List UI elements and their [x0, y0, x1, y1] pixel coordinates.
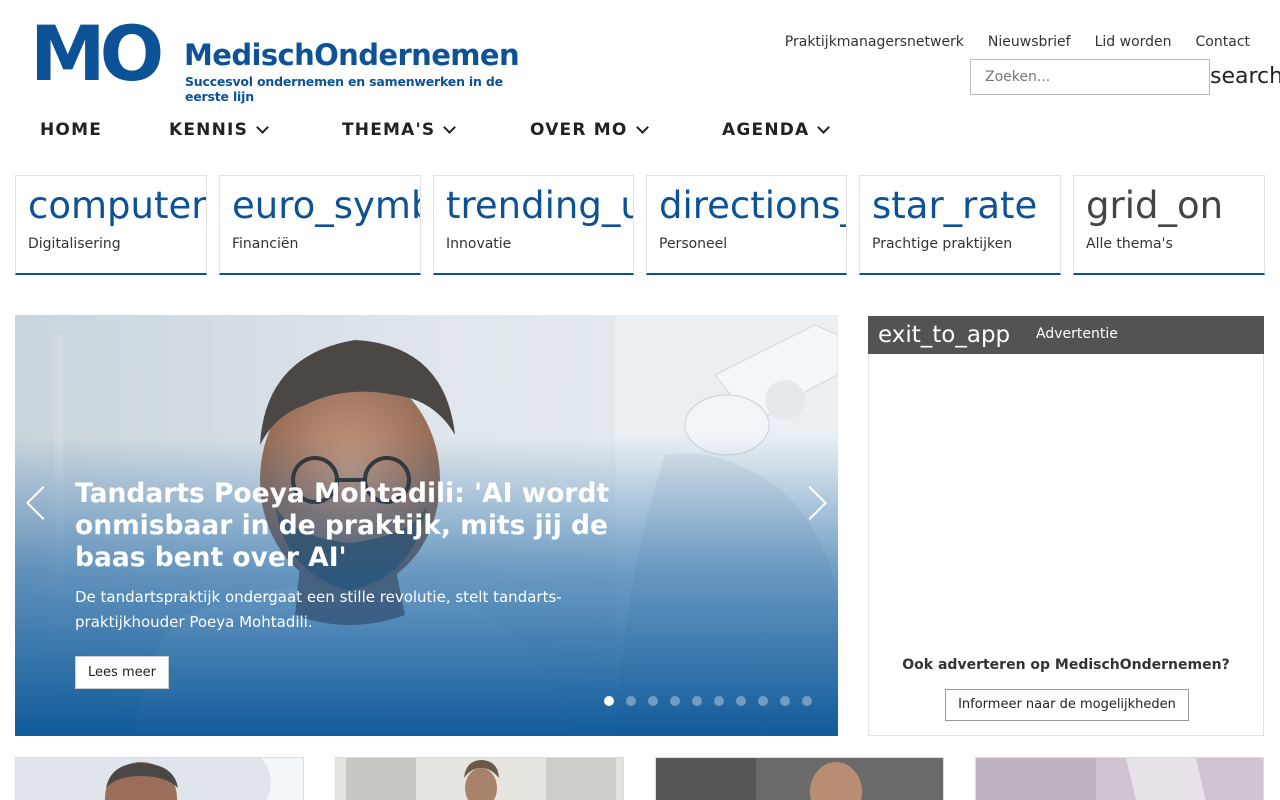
article-card-image[interactable] [655, 757, 944, 800]
hero-subtitle: De tandartspraktijk ondergaat een stille… [75, 588, 562, 631]
chevron-down-icon [635, 121, 649, 134]
nav-item-agenda[interactable]: AGENDA [722, 120, 831, 140]
directions-walk-icon: directions_walk [659, 184, 846, 227]
nav-item-themas[interactable]: THEMA'S [342, 120, 530, 140]
carousel-dot[interactable] [714, 696, 724, 706]
theme-label: Personeel [659, 236, 728, 252]
search-input[interactable] [970, 59, 1210, 95]
nav-item-kennis[interactable]: KENNIS [169, 120, 342, 140]
theme-card-alle-themas[interactable]: grid_on Alle thema's [1073, 175, 1265, 275]
article-thumbnail [16, 758, 303, 800]
logo-mark: MO [30, 9, 164, 98]
theme-label: Alle thema's [1086, 236, 1173, 252]
top-links: Praktijkmanagersnetwerk Nieuwsbrief Lid … [785, 34, 1250, 50]
theme-label: Digitalisering [28, 236, 121, 252]
top-link-lid-worden[interactable]: Lid worden [1095, 34, 1172, 50]
carousel-dot[interactable] [648, 696, 658, 706]
main-nav: HOME KENNIS THEMA'S OVER MO AGENDA [40, 120, 831, 140]
nav-item-over-mo[interactable]: OVER MO [530, 120, 722, 140]
chevron-down-icon [817, 121, 831, 134]
article-card-image[interactable] [335, 757, 624, 800]
nav-item-label: AGENDA [722, 120, 810, 140]
carousel-dot[interactable] [736, 696, 746, 706]
top-link-praktijkmanagersnetwerk[interactable]: Praktijkmanagersnetwerk [785, 34, 964, 50]
hero-carousel: Tandarts Poeya Mohtadili: 'AI wordt onmi… [15, 315, 838, 736]
theme-label: Prachtige praktijken [872, 236, 1013, 252]
nav-item-label: OVER MO [530, 120, 628, 140]
ad-label: Advertentie [1036, 326, 1118, 342]
carousel-dot[interactable] [604, 696, 614, 706]
euro-symbol-icon: euro_symbol [232, 184, 420, 227]
article-thumbnail [336, 758, 623, 800]
grid-on-icon: grid_on [1086, 184, 1224, 227]
ad-question: Ook adverteren op MedischOndernemen? [902, 657, 1230, 673]
nav-item-label: KENNIS [169, 120, 249, 140]
ad-info-button[interactable]: Informeer naar de mogelijkheden [945, 689, 1189, 721]
theme-label: Innovatie [446, 236, 512, 252]
theme-card-personeel[interactable]: directions_walk Personeel [646, 175, 847, 275]
exit-to-app-icon: exit_to_app [878, 322, 1011, 348]
chevron-down-icon [256, 121, 269, 134]
star-rate-icon: star_rate [872, 184, 1038, 227]
article-card-image[interactable] [15, 757, 304, 800]
article-thumbnail [976, 758, 1263, 800]
theme-card-innovatie[interactable]: trending_up Innovatie [433, 175, 634, 275]
theme-card-financien[interactable]: euro_symbol Financiën [219, 175, 421, 275]
nav-item-label: THEMA'S [342, 120, 436, 140]
computer-icon: computer [28, 184, 207, 227]
theme-card-digitalisering[interactable]: computer Digitalisering [15, 175, 207, 275]
ad-header: exit_to_app Advertentie [868, 316, 1264, 354]
carousel-dot[interactable] [670, 696, 680, 706]
ad-panel: exit_to_app Advertentie Ook adverteren o… [868, 316, 1264, 736]
top-link-contact[interactable]: Contact [1196, 34, 1250, 50]
carousel-dot[interactable] [780, 696, 790, 706]
carousel-dot[interactable] [626, 696, 636, 706]
carousel-indicators [604, 696, 812, 706]
brand-tagline: Succesvol ondernemen en samenwerken in d… [185, 74, 503, 104]
read-more-button[interactable]: Lees meer [75, 656, 169, 689]
brand-name: MedischOndernemen [184, 38, 520, 72]
carousel-dot[interactable] [802, 696, 812, 706]
search-bar: search [970, 59, 1280, 95]
carousel-dot[interactable] [692, 696, 702, 706]
nav-item-home[interactable]: HOME [40, 120, 169, 140]
site-logo[interactable]: MO MedischOndernemen Succesvol onderneme… [30, 9, 540, 105]
search-button[interactable]: search [1210, 59, 1280, 95]
theme-card-prachtige-praktijken[interactable]: star_rate Prachtige praktijken [859, 175, 1061, 275]
trending-up-icon: trending_up [446, 184, 633, 227]
carousel-dot[interactable] [758, 696, 768, 706]
theme-label: Financiën [232, 236, 299, 252]
nav-item-label: HOME [40, 120, 103, 140]
hero-title[interactable]: Tandarts Poeya Mohtadili: 'AI wordt onmi… [75, 478, 635, 574]
article-card-image[interactable] [975, 757, 1264, 800]
top-link-nieuwsbrief[interactable]: Nieuwsbrief [988, 34, 1071, 50]
chevron-down-icon [443, 121, 457, 134]
article-thumbnail [656, 758, 943, 800]
